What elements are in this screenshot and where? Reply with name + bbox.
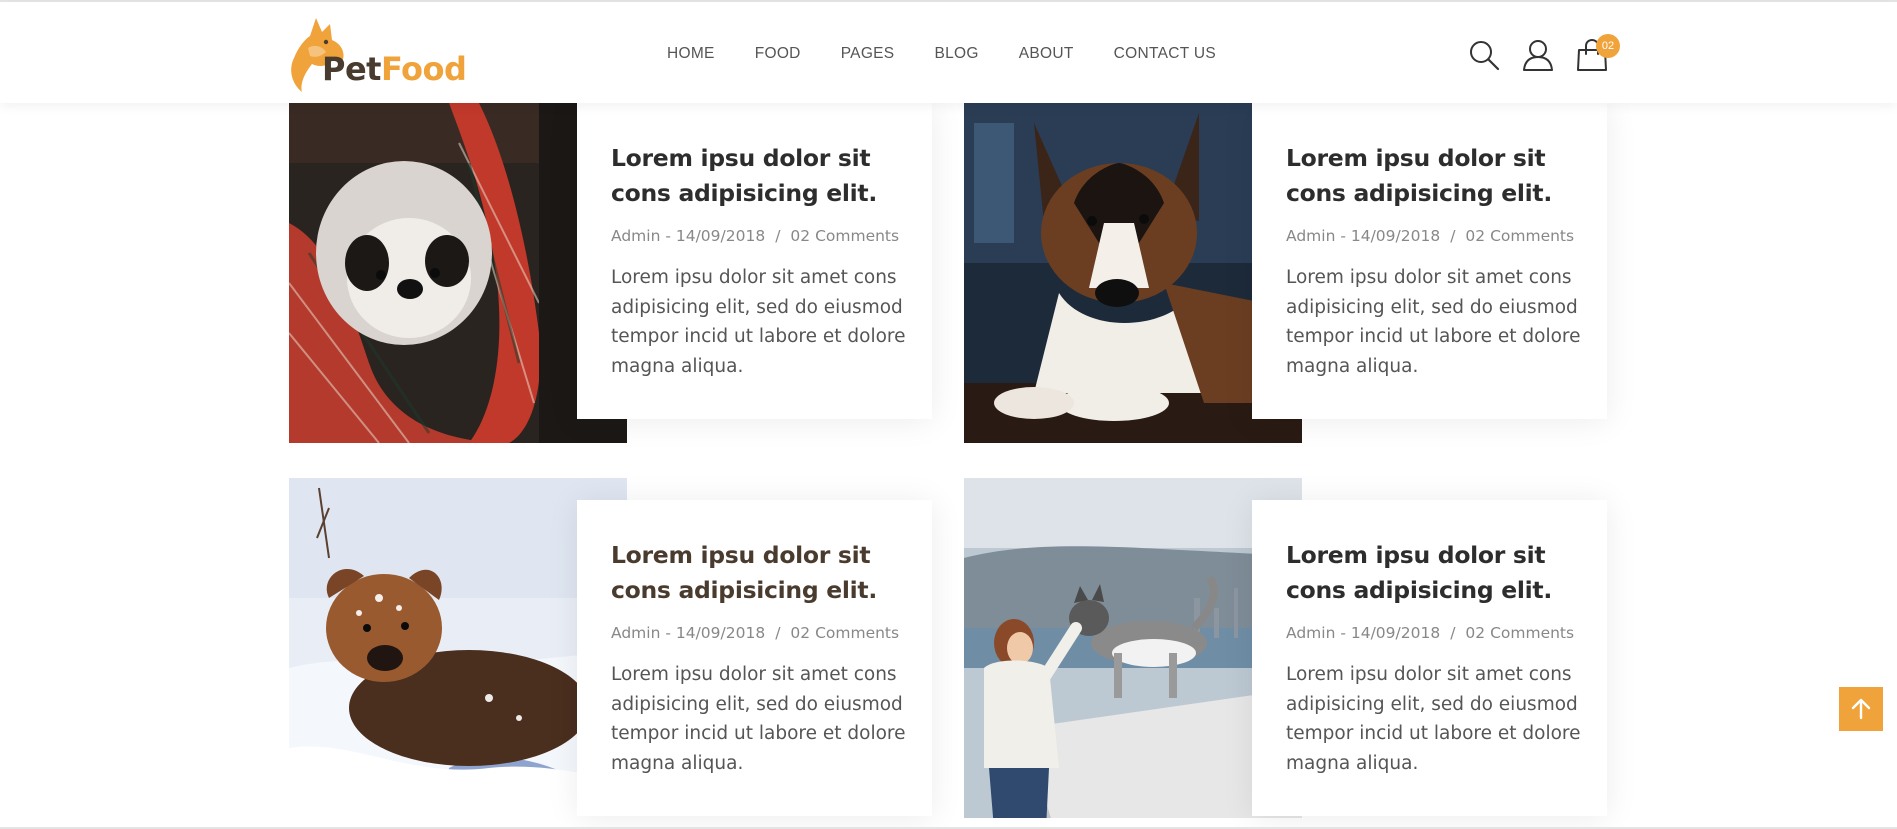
post-meta: Admin - 14/09/2018 / 02 Comments bbox=[611, 624, 899, 642]
post-meta: Admin - 14/09/2018 / 02 Comments bbox=[1286, 624, 1574, 642]
blog-post: Lorem ipsu dolor sit cons adipisicing el… bbox=[964, 478, 1624, 818]
post-excerpt: Lorem ipsu dolor sit amet cons adipisici… bbox=[611, 267, 906, 377]
nav-food[interactable]: FOOD bbox=[755, 43, 801, 67]
post-author-date: Admin - 14/09/2018 bbox=[1286, 624, 1441, 642]
post-card: Lorem ipsu dolor sit cons adipisicing el… bbox=[577, 500, 932, 816]
post-title[interactable]: Lorem ipsu dolor sit cons adipisicing el… bbox=[1286, 538, 1586, 608]
post-comments-link[interactable]: 02 Comments bbox=[790, 624, 899, 642]
post-card: Lorem ipsu dolor sit cons adipisicing el… bbox=[1252, 103, 1607, 419]
post-excerpt: Lorem ipsu dolor sit amet cons adipisici… bbox=[1286, 267, 1581, 377]
logo-wordmark: PetFood bbox=[322, 50, 467, 88]
main-nav: HOME FOOD PAGES BLOG ABOUT CONTACT US bbox=[667, 43, 1216, 67]
meta-separator: / bbox=[775, 227, 781, 245]
post-meta: Admin - 14/09/2018 / 02 Comments bbox=[611, 227, 899, 245]
meta-separator: / bbox=[775, 624, 781, 642]
post-title[interactable]: Lorem ipsu dolor sit cons adipisicing el… bbox=[611, 538, 911, 608]
post-title[interactable]: Lorem ipsu dolor sit cons adipisicing el… bbox=[611, 141, 911, 211]
post-comments-link[interactable]: 02 Comments bbox=[790, 227, 899, 245]
cart-count-badge: 02 bbox=[1596, 34, 1620, 58]
post-excerpt: Lorem ipsu dolor sit amet cons adipisici… bbox=[1286, 664, 1581, 774]
arrow-up-icon bbox=[1851, 698, 1871, 720]
post-card: Lorem ipsu dolor sit cons adipisicing el… bbox=[1252, 500, 1607, 816]
blog-post: Lorem ipsu dolor sit cons adipisicing el… bbox=[289, 103, 949, 443]
site-header: PetFood HOME FOOD PAGES BLOG ABOUT CONTA… bbox=[0, 2, 1897, 103]
meta-separator: / bbox=[1450, 624, 1456, 642]
post-comments-link[interactable]: 02 Comments bbox=[1465, 227, 1574, 245]
nav-home[interactable]: HOME bbox=[667, 43, 715, 67]
post-author-date: Admin - 14/09/2018 bbox=[611, 227, 766, 245]
blog-post: Lorem ipsu dolor sit cons adipisicing el… bbox=[964, 103, 1624, 443]
meta-separator: / bbox=[1450, 227, 1456, 245]
nav-pages[interactable]: PAGES bbox=[841, 43, 895, 67]
post-card: Lorem ipsu dolor sit cons adipisicing el… bbox=[577, 103, 932, 419]
nav-blog[interactable]: BLOG bbox=[934, 43, 978, 67]
user-icon[interactable] bbox=[1521, 38, 1555, 72]
scroll-to-top-button[interactable] bbox=[1839, 687, 1883, 731]
post-author-date: Admin - 14/09/2018 bbox=[611, 624, 766, 642]
nav-contact-us[interactable]: CONTACT US bbox=[1114, 43, 1216, 67]
search-icon[interactable] bbox=[1467, 38, 1501, 72]
post-title[interactable]: Lorem ipsu dolor sit cons adipisicing el… bbox=[1286, 141, 1586, 211]
post-comments-link[interactable]: 02 Comments bbox=[1465, 624, 1574, 642]
post-author-date: Admin - 14/09/2018 bbox=[1286, 227, 1441, 245]
post-meta: Admin - 14/09/2018 / 02 Comments bbox=[1286, 227, 1574, 245]
blog-post: Lorem ipsu dolor sit cons adipisicing el… bbox=[289, 478, 949, 818]
site-logo[interactable]: PetFood bbox=[286, 14, 467, 94]
post-excerpt: Lorem ipsu dolor sit amet cons adipisici… bbox=[611, 664, 906, 774]
nav-about[interactable]: ABOUT bbox=[1019, 43, 1074, 67]
